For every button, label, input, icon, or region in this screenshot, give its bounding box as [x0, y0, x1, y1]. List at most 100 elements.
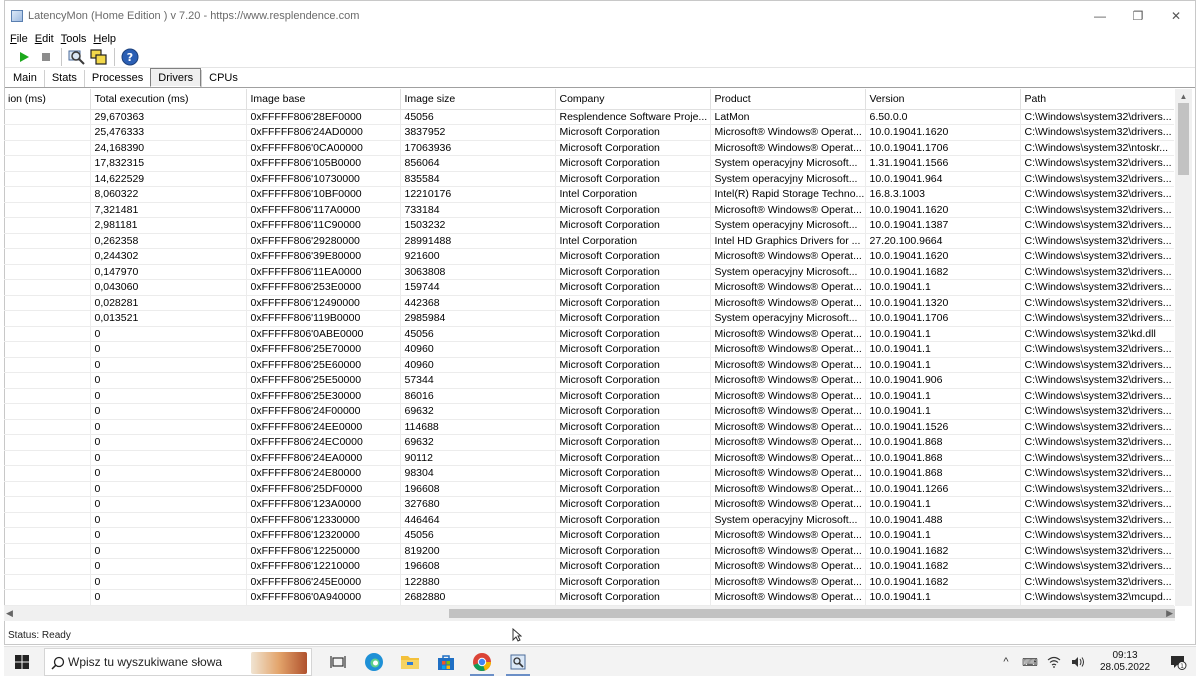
table-row[interactable]: 0,262358 0xFFFFF806'29280000 28991488 Intel…	[4, 233, 1174, 249]
task-view-button[interactable]	[320, 647, 356, 677]
table-cell: Microsoft® Windows® Operat...	[710, 574, 866, 590]
tab-drivers[interactable]: Drivers	[150, 68, 202, 87]
table-row[interactable]: 0,043060 0xFFFFF806'253E0000 159744 Microso…	[4, 279, 1174, 296]
search-button[interactable]	[66, 47, 88, 67]
menu-help[interactable]: Help	[93, 33, 116, 45]
table-cell: 12210176	[400, 186, 556, 203]
menu-file[interactable]: File	[10, 33, 28, 45]
table-cell: 921600	[400, 248, 556, 265]
mouse-cursor-icon	[512, 628, 522, 642]
chrome-button[interactable]	[464, 647, 500, 677]
table-row[interactable]: 0 0xFFFFF806'123A0000 327680 Microsoft Corp…	[4, 496, 1174, 513]
tab-bar: Main Stats Processes Drivers CPUs	[5, 68, 1195, 88]
table-row[interactable]: 0,244302 0xFFFFF806'39E80000 921600 Microso…	[4, 248, 1174, 265]
column-header[interactable]: Product	[710, 89, 866, 110]
scroll-left-arrow-icon[interactable]: ◀	[6, 606, 13, 621]
table-row[interactable]: 17,832315 0xFFFFF806'105B0000 856064 Micros…	[4, 155, 1174, 172]
tab-processes-label: Processes	[91, 72, 144, 84]
show-hidden-icons-chevron-icon[interactable]: ^	[994, 656, 1018, 668]
table-cell	[4, 326, 91, 342]
play-icon	[20, 51, 29, 62]
column-header[interactable]: Image size	[400, 89, 556, 110]
search-placeholder: Wpisz tu wyszukiwane słowa	[68, 654, 223, 669]
column-header[interactable]: Path	[1020, 89, 1174, 110]
title-bar[interactable]: LatencyMon (Home Edition ) v 7.20 - http…	[5, 1, 1195, 31]
clock[interactable]: 09:13 28.05.2022	[1090, 650, 1160, 674]
table-cell: 16.8.3.1003	[865, 186, 1021, 203]
play-button[interactable]	[13, 47, 35, 67]
maximize-button[interactable]: ❐	[1119, 1, 1157, 31]
table-row[interactable]: 0 0xFFFFF806'24F00000 69632 Microsoft Corpo…	[4, 403, 1174, 420]
table-row[interactable]: 0 0xFFFFF806'12330000 446464 Microsoft Corp…	[4, 512, 1174, 528]
table-cell: 90112	[400, 450, 556, 466]
latencymon-taskbar-button[interactable]	[500, 647, 536, 677]
table-row[interactable]: 0 0xFFFFF806'25DF0000 196608 Microsoft Corp…	[4, 481, 1174, 497]
stop-button[interactable]	[35, 47, 57, 67]
table-row[interactable]: 24,168390 0xFFFFF806'0CA00000 17063936 Micr…	[4, 140, 1174, 156]
table-row[interactable]: 0 0xFFFFF806'12250000 819200 Microsoft Corp…	[4, 543, 1174, 559]
notification-center-button[interactable]: 1	[1160, 654, 1196, 670]
table-cell: Microsoft® Windows® Operat...	[710, 543, 866, 559]
table-row[interactable]: 0 0xFFFFF806'0A940000 2682880 Microsoft Cor…	[4, 589, 1174, 606]
input-indicator-icon[interactable]: ⌨	[1018, 656, 1042, 669]
table-row[interactable]: 0 0xFFFFF806'24EE0000 114688 Microsoft Corp…	[4, 419, 1174, 435]
horizontal-scrollbar[interactable]: ◀ ▶	[4, 606, 1175, 621]
table-row[interactable]: 29,670363 0xFFFFF806'28EF0000 45056 Resplen…	[4, 109, 1174, 125]
table-cell: 159744	[400, 279, 556, 296]
table-cell: 0,147970	[90, 264, 247, 280]
table-row[interactable]: 0,028281 0xFFFFF806'12490000 442368 Microso…	[4, 295, 1174, 311]
tab-stats[interactable]: Stats	[43, 70, 84, 87]
vertical-scroll-thumb[interactable]	[1178, 103, 1189, 175]
file-explorer-button[interactable]	[392, 647, 428, 677]
table-row[interactable]: 0 0xFFFFF806'24E80000 98304 Microsoft Corpo…	[4, 465, 1174, 482]
table-cell: 446464	[400, 512, 556, 528]
table-row[interactable]: 0,013521 0xFFFFF806'119B0000 2985984 Micros…	[4, 310, 1174, 327]
column-header[interactable]: Image base	[246, 89, 401, 110]
table-row[interactable]: 0 0xFFFFF806'25E70000 40960 Microsoft Corpo…	[4, 341, 1174, 358]
table-row[interactable]: 0 0xFFFFF806'25E50000 57344 Microsoft Corpo…	[4, 372, 1174, 389]
minimize-button[interactable]: —	[1081, 1, 1119, 31]
table-cell: Microsoft® Windows® Operat...	[710, 450, 866, 466]
table-row[interactable]: 7,321481 0xFFFFF806'117A0000 733184 Microso…	[4, 202, 1174, 218]
table-row[interactable]: 0 0xFFFFF806'12320000 45056 Microsoft Corpo…	[4, 527, 1174, 544]
table-cell	[4, 419, 91, 435]
scroll-up-arrow-icon[interactable]: ▲	[1175, 89, 1192, 103]
column-header[interactable]: Version	[865, 89, 1021, 110]
taskbar-search[interactable]: Wpisz tu wyszukiwane słowa	[44, 647, 312, 676]
table-row[interactable]: 14,622529 0xFFFFF806'10730000 835584 Micros…	[4, 171, 1174, 187]
table-row[interactable]: 0,147970 0xFFFFF806'11EA0000 3063808 Micros…	[4, 264, 1174, 280]
tab-processes[interactable]: Processes	[83, 70, 150, 87]
tab-main[interactable]: Main	[6, 70, 44, 87]
table-row[interactable]: 0 0xFFFFF806'12210000 196608 Microsoft Corp…	[4, 558, 1174, 575]
horizontal-scroll-thumb[interactable]	[449, 609, 1175, 618]
table-row[interactable]: 2,981181 0xFFFFF806'11C90000 1503232 Micros…	[4, 217, 1174, 234]
table-cell: 0xFFFFF806'10BF0000	[246, 186, 401, 203]
tab-cpus[interactable]: CPUs	[201, 70, 245, 87]
table-row[interactable]: 0 0xFFFFF806'0ABE0000 45056 Microsoft Corpo…	[4, 326, 1174, 342]
help-button[interactable]: ?	[119, 47, 141, 67]
table-row[interactable]: 8,060322 0xFFFFF806'10BF0000 12210176 Intel…	[4, 186, 1174, 203]
table-cell: 0xFFFFF806'123A0000	[246, 496, 401, 513]
store-button[interactable]	[428, 647, 464, 677]
table-row[interactable]: 0 0xFFFFF806'245E0000 122880 Microsoft Corp…	[4, 574, 1174, 590]
drivers-grid[interactable]: ion (ms) Total execution (ms) Image base…	[4, 89, 1174, 606]
menu-tools[interactable]: Tools	[61, 33, 87, 45]
table-row[interactable]: 0 0xFFFFF806'25E60000 40960 Microsoft Corpo…	[4, 357, 1174, 373]
scroll-right-arrow-icon[interactable]: ▶	[1166, 606, 1173, 621]
column-header[interactable]: ion (ms)	[4, 89, 91, 110]
table-row[interactable]: 0 0xFFFFF806'25E30000 86016 Microsoft Corpo…	[4, 388, 1174, 404]
start-button[interactable]	[4, 647, 40, 677]
windows-button[interactable]	[88, 47, 110, 67]
wifi-icon[interactable]	[1042, 656, 1066, 668]
menu-edit[interactable]: Edit	[35, 33, 54, 45]
table-row[interactable]: 0 0xFFFFF806'24EC0000 69632 Microsoft Corpo…	[4, 434, 1174, 451]
column-header[interactable]: Company	[555, 89, 711, 110]
close-button[interactable]: ✕	[1157, 1, 1195, 31]
edge-button[interactable]	[356, 647, 392, 677]
table-cell: Microsoft Corporation	[555, 202, 711, 218]
vertical-scrollbar[interactable]: ▲	[1175, 89, 1192, 606]
volume-icon[interactable]	[1066, 656, 1090, 668]
table-row[interactable]: 25,476333 0xFFFFF806'24AD0000 3837952 Micro…	[4, 124, 1174, 141]
table-row[interactable]: 0 0xFFFFF806'24EA0000 90112 Microsoft Corpo…	[4, 450, 1174, 466]
column-header[interactable]: Total execution (ms)	[90, 89, 247, 110]
